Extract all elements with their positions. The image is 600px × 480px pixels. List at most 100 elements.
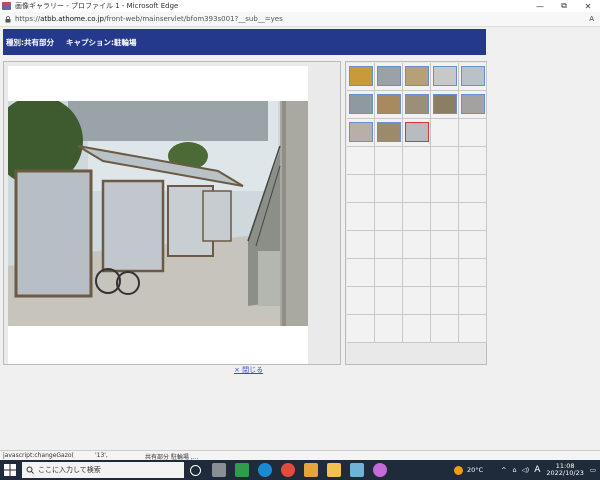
thumbnail-cell xyxy=(459,315,487,343)
network-icon[interactable]: ⌂ xyxy=(513,466,517,474)
windows-start-icon[interactable] xyxy=(3,463,17,477)
thumbnail-cell xyxy=(459,259,487,287)
clock[interactable]: 11:08 2022/10/23 xyxy=(546,463,583,477)
thumbnail-cell xyxy=(431,203,459,231)
chrome-icon[interactable] xyxy=(281,463,295,477)
thumbnail-cell[interactable] xyxy=(459,91,487,119)
window-title: 画像ギャラリー - プロファイル 1 - Microsoft Edge xyxy=(15,2,179,10)
taskbar-search[interactable]: ここに入力して検索 xyxy=(22,462,184,478)
thumbnail-cell xyxy=(347,287,375,315)
thumbnail-cell xyxy=(375,231,403,259)
excel-icon[interactable] xyxy=(235,463,249,477)
window-title-bar: 画像ギャラリー - プロファイル 1 - Microsoft Edge — ⧉ … xyxy=(0,0,600,12)
thumbnail-cell xyxy=(431,259,459,287)
thumbnail-cell xyxy=(403,175,431,203)
thumbnail-cell xyxy=(347,315,375,343)
temperature: 20°C xyxy=(467,466,484,474)
thumbnail-grid xyxy=(347,63,487,343)
thumbnail-cell[interactable] xyxy=(347,119,375,147)
thumbnail-image[interactable] xyxy=(461,66,485,86)
thumbnail-cell xyxy=(459,287,487,315)
thumbnail-cell xyxy=(403,259,431,287)
thumbnail-cell xyxy=(403,287,431,315)
thumbnail-image[interactable] xyxy=(349,66,373,86)
close-link[interactable]: × 閉じる xyxy=(234,365,263,375)
main-image-frame xyxy=(8,66,308,364)
thumbnail-image[interactable] xyxy=(461,94,485,114)
minimize-button[interactable]: — xyxy=(528,0,552,12)
thumbnail-cell[interactable] xyxy=(375,63,403,91)
type-label: 種別:共有部分 xyxy=(6,37,54,47)
thumbnail-cell[interactable] xyxy=(375,119,403,147)
thumbnail-cell xyxy=(347,203,375,231)
app-icon[interactable] xyxy=(304,463,318,477)
widgets-icon[interactable] xyxy=(212,463,226,477)
search-icon xyxy=(26,466,34,474)
thumbnail-image[interactable] xyxy=(377,94,401,114)
thumbnail-cell[interactable] xyxy=(431,91,459,119)
thumbnail-cell xyxy=(403,203,431,231)
thumbnail-cell xyxy=(459,203,487,231)
thumbnail-cell xyxy=(375,147,403,175)
thumbnail-cell xyxy=(375,259,403,287)
thumbnail-cell xyxy=(403,231,431,259)
read-aloud-icon[interactable]: A xyxy=(589,15,594,23)
main-image-panel xyxy=(3,61,341,365)
notification-icon[interactable]: ▭ xyxy=(590,466,596,474)
weather-icon xyxy=(454,465,463,475)
thumbnail-cell[interactable] xyxy=(347,63,375,91)
system-tray: 20°C ^ ⌂ ◁) A 11:08 2022/10/23 ▭ xyxy=(454,462,596,478)
clock-date: 2022/10/23 xyxy=(546,469,584,477)
ime-indicator[interactable]: A xyxy=(534,465,540,475)
thumbnail-image[interactable] xyxy=(405,94,429,114)
thumbnail-cell xyxy=(403,147,431,175)
task-view-icon[interactable] xyxy=(190,465,201,476)
restore-button[interactable]: ⧉ xyxy=(552,0,576,12)
taskbar: ここに入力して検索 20°C ^ ⌂ ◁) A 11:08 2022/10/23… xyxy=(0,460,600,480)
thumbnail-cell xyxy=(459,231,487,259)
thumbnail-cell xyxy=(459,147,487,175)
main-photo xyxy=(8,101,308,326)
thumbnail-image[interactable] xyxy=(377,122,401,142)
notes-icon[interactable] xyxy=(350,463,364,477)
lock-icon xyxy=(5,15,11,22)
search-placeholder: ここに入力して検索 xyxy=(38,466,101,474)
thumbnail-cell[interactable] xyxy=(459,63,487,91)
thumbnail-cell xyxy=(347,259,375,287)
thumbnail-cell xyxy=(347,147,375,175)
status-script: javascript:changeGazo( xyxy=(3,452,74,459)
thumbnail-image[interactable] xyxy=(433,94,457,114)
window-controls: — ⧉ ✕ xyxy=(528,0,600,12)
thumbnail-cell xyxy=(375,315,403,343)
thumbnail-cell xyxy=(347,175,375,203)
thumbnail-image[interactable] xyxy=(405,66,429,86)
tray-chevron-icon[interactable]: ^ xyxy=(501,466,506,474)
thumbnail-cell xyxy=(431,119,459,147)
address-url[interactable]: https://atbb.athome.co.jp/front-web/main… xyxy=(15,15,283,23)
thumbnail-cell[interactable] xyxy=(403,63,431,91)
edge-icon[interactable] xyxy=(258,463,272,477)
thumbnail-cell[interactable] xyxy=(431,63,459,91)
thumbnail-cell xyxy=(431,315,459,343)
volume-icon[interactable]: ◁) xyxy=(522,466,530,474)
thumbnail-image[interactable] xyxy=(433,66,457,86)
thumbnail-cell[interactable] xyxy=(347,91,375,119)
thumbnail-cell xyxy=(347,231,375,259)
thumbnail-image[interactable] xyxy=(349,122,373,142)
thumbnail-cell[interactable] xyxy=(403,119,431,147)
thumbnail-cell xyxy=(375,175,403,203)
thumbnail-image[interactable] xyxy=(349,94,373,114)
thumbnail-cell xyxy=(431,175,459,203)
thumbnail-cell xyxy=(459,119,487,147)
thumbnail-cell xyxy=(403,315,431,343)
thumbnail-cell[interactable] xyxy=(375,91,403,119)
thumbnail-image[interactable] xyxy=(405,122,429,142)
thumbnail-image[interactable] xyxy=(377,66,401,86)
address-bar[interactable]: https://atbb.athome.co.jp/front-web/main… xyxy=(0,12,600,27)
status-arg: '13', xyxy=(95,452,108,459)
thumbnail-cell[interactable] xyxy=(403,91,431,119)
close-window-button[interactable]: ✕ xyxy=(576,0,600,12)
gallery-header: 種別:共有部分 キャプション:駐輪場 xyxy=(3,29,486,55)
paint-icon[interactable] xyxy=(373,463,387,477)
file-explorer-icon[interactable] xyxy=(327,463,341,477)
